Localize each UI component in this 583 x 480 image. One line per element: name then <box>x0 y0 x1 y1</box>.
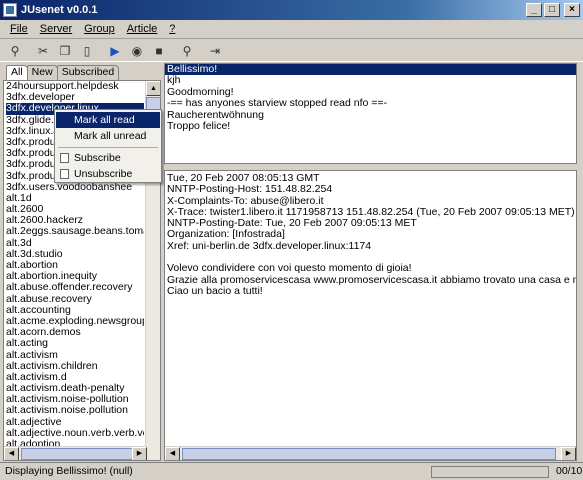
connect-icon[interactable]: ⚲ <box>178 42 196 60</box>
list-item[interactable]: alt.activism.children <box>6 361 144 372</box>
close-button[interactable]: × <box>564 3 580 17</box>
scroll-thumb[interactable] <box>21 448 133 460</box>
exit-icon[interactable]: ⇥ <box>206 42 224 60</box>
article-pane: Tue, 20 Feb 2007 08:05:13 GMT NNTP-Postin… <box>164 170 577 461</box>
connect-icon[interactable]: ⚲ <box>6 42 24 60</box>
list-item[interactable]: alt.acme.exploding.newsgroup <box>6 316 144 327</box>
menu-bar: File Server Group Article ? <box>0 20 583 39</box>
article-line: Volevo condividere con voi questo moment… <box>167 262 412 275</box>
scroll-right-icon[interactable]: ▶ <box>132 447 147 460</box>
list-item[interactable]: alt.adjective.noun.verb.verb.verb <box>6 428 144 439</box>
message-row[interactable]: Troppo felice! <box>165 120 576 132</box>
tab-all[interactable]: All <box>6 65 28 81</box>
message-row[interactable]: -== has anyones starview stopped read nf… <box>165 97 576 109</box>
article-line: NNTP-Posting-Host: 151.48.82.254 <box>167 183 333 196</box>
list-item[interactable]: alt.3d.studio <box>6 249 144 260</box>
unsubscribe-item[interactable]: Unsubscribe <box>56 166 160 182</box>
group-tabs: All New Subscribed <box>6 65 120 81</box>
list-item[interactable]: 3dfx.developer <box>6 92 144 103</box>
subscribe-label: Subscribe <box>74 152 121 164</box>
status-text: Displaying Bellissimo! (null) <box>5 465 133 477</box>
list-item[interactable]: alt.2600.hackerz <box>6 215 144 226</box>
window-controls: _ □ × <box>526 3 580 17</box>
menu-group[interactable]: Group <box>78 23 121 35</box>
list-item[interactable]: alt.1d <box>6 193 144 204</box>
subscribe-item[interactable]: Subscribe <box>56 150 160 166</box>
list-item[interactable]: alt.activism.noise-pollution <box>6 394 144 405</box>
status-count: 00/10 <box>556 465 583 477</box>
minimize-button[interactable]: _ <box>526 3 542 17</box>
subscribe-icon <box>60 153 69 163</box>
article-line: Xref: uni-berlin.de 3dfx.developer.linux… <box>167 239 372 252</box>
unsubscribe-icon <box>60 169 69 179</box>
window-title: JUsenet v0.0.1 <box>21 4 98 16</box>
list-item[interactable]: alt.adjective <box>6 417 144 428</box>
group-list-hscrollbar[interactable]: ◀ ▶ <box>4 446 147 460</box>
scroll-right-icon[interactable]: ▶ <box>561 447 576 460</box>
list-item[interactable]: alt.3d <box>6 238 144 249</box>
list-item[interactable]: alt.2600 <box>6 204 144 215</box>
play-icon[interactable]: ▶ <box>106 42 124 60</box>
stop-icon[interactable]: ■ <box>150 42 168 60</box>
status-bar: Displaying Bellissimo! (null) 00/10 <box>0 462 583 480</box>
list-item[interactable]: alt.activism.d <box>6 372 144 383</box>
menu-article[interactable]: Article <box>121 23 164 35</box>
menu-server[interactable]: Server <box>34 23 78 35</box>
list-item[interactable]: alt.acorn.demos <box>6 327 144 338</box>
menu-file[interactable]: File <box>4 23 34 35</box>
scroll-thumb[interactable] <box>182 448 556 460</box>
toolbar: ⚲ ✂ ❐ ▯ ▶ ◉ ■ ⚲ ⇥ <box>0 40 583 62</box>
context-menu: Mark all read Mark all unread Subscribe … <box>54 109 162 183</box>
list-item[interactable]: 3dfx.users.voodoobanshee <box>6 182 144 193</box>
scroll-up-icon[interactable]: ▲ <box>146 81 160 96</box>
maximize-button[interactable]: □ <box>544 3 560 17</box>
scroll-left-icon[interactable]: ◀ <box>4 447 19 460</box>
menu-help[interactable]: ? <box>163 23 181 35</box>
list-item[interactable]: alt.abuse.recovery <box>6 294 144 305</box>
article-body: Tue, 20 Feb 2007 08:05:13 GMT NNTP-Postin… <box>167 172 576 297</box>
mark-all-unread-item[interactable]: Mark all unread <box>56 128 160 144</box>
mark-all-read-item[interactable]: Mark all read <box>56 112 160 128</box>
list-item[interactable]: alt.activism.death-penalty <box>6 383 144 394</box>
list-item[interactable]: alt.accounting <box>6 305 144 316</box>
message-list: Bellissimo! kjh Goodmorning! -== has anyone… <box>164 63 577 164</box>
app-icon <box>3 3 17 17</box>
record-icon[interactable]: ◉ <box>128 42 146 60</box>
list-item[interactable]: alt.2eggs.sausage.beans.tomatoes <box>6 226 144 237</box>
scroll-left-icon[interactable]: ◀ <box>165 447 180 460</box>
message-row[interactable]: Bellissimo! <box>165 63 576 76</box>
progress-bar <box>431 466 549 478</box>
cut-icon[interactable]: ✂ <box>34 42 52 60</box>
unsubscribe-label: Unsubscribe <box>74 168 133 180</box>
article-hscrollbar[interactable]: ◀ ▶ <box>165 446 576 460</box>
list-item[interactable]: alt.abortion <box>6 260 144 271</box>
tab-new[interactable]: New <box>26 65 58 80</box>
copy-icon[interactable]: ❐ <box>56 42 74 60</box>
list-item[interactable]: alt.abortion.inequity <box>6 271 144 282</box>
tab-subscribed[interactable]: Subscribed <box>56 65 120 80</box>
trash-icon[interactable]: ▯ <box>78 42 96 60</box>
title-bar: JUsenet v0.0.1 _ □ × <box>0 0 583 20</box>
list-item[interactable]: alt.acting <box>6 338 144 349</box>
list-item[interactable]: alt.activism <box>6 350 144 361</box>
menu-separator <box>58 147 158 148</box>
list-item[interactable]: alt.activism.noise.pollution <box>6 405 144 416</box>
article-line: Ciao un bacio a tutti! <box>167 284 263 297</box>
list-item[interactable]: 24hoursupport.helpdesk <box>6 81 144 92</box>
list-item[interactable]: alt.abuse.offender.recovery <box>6 282 144 293</box>
